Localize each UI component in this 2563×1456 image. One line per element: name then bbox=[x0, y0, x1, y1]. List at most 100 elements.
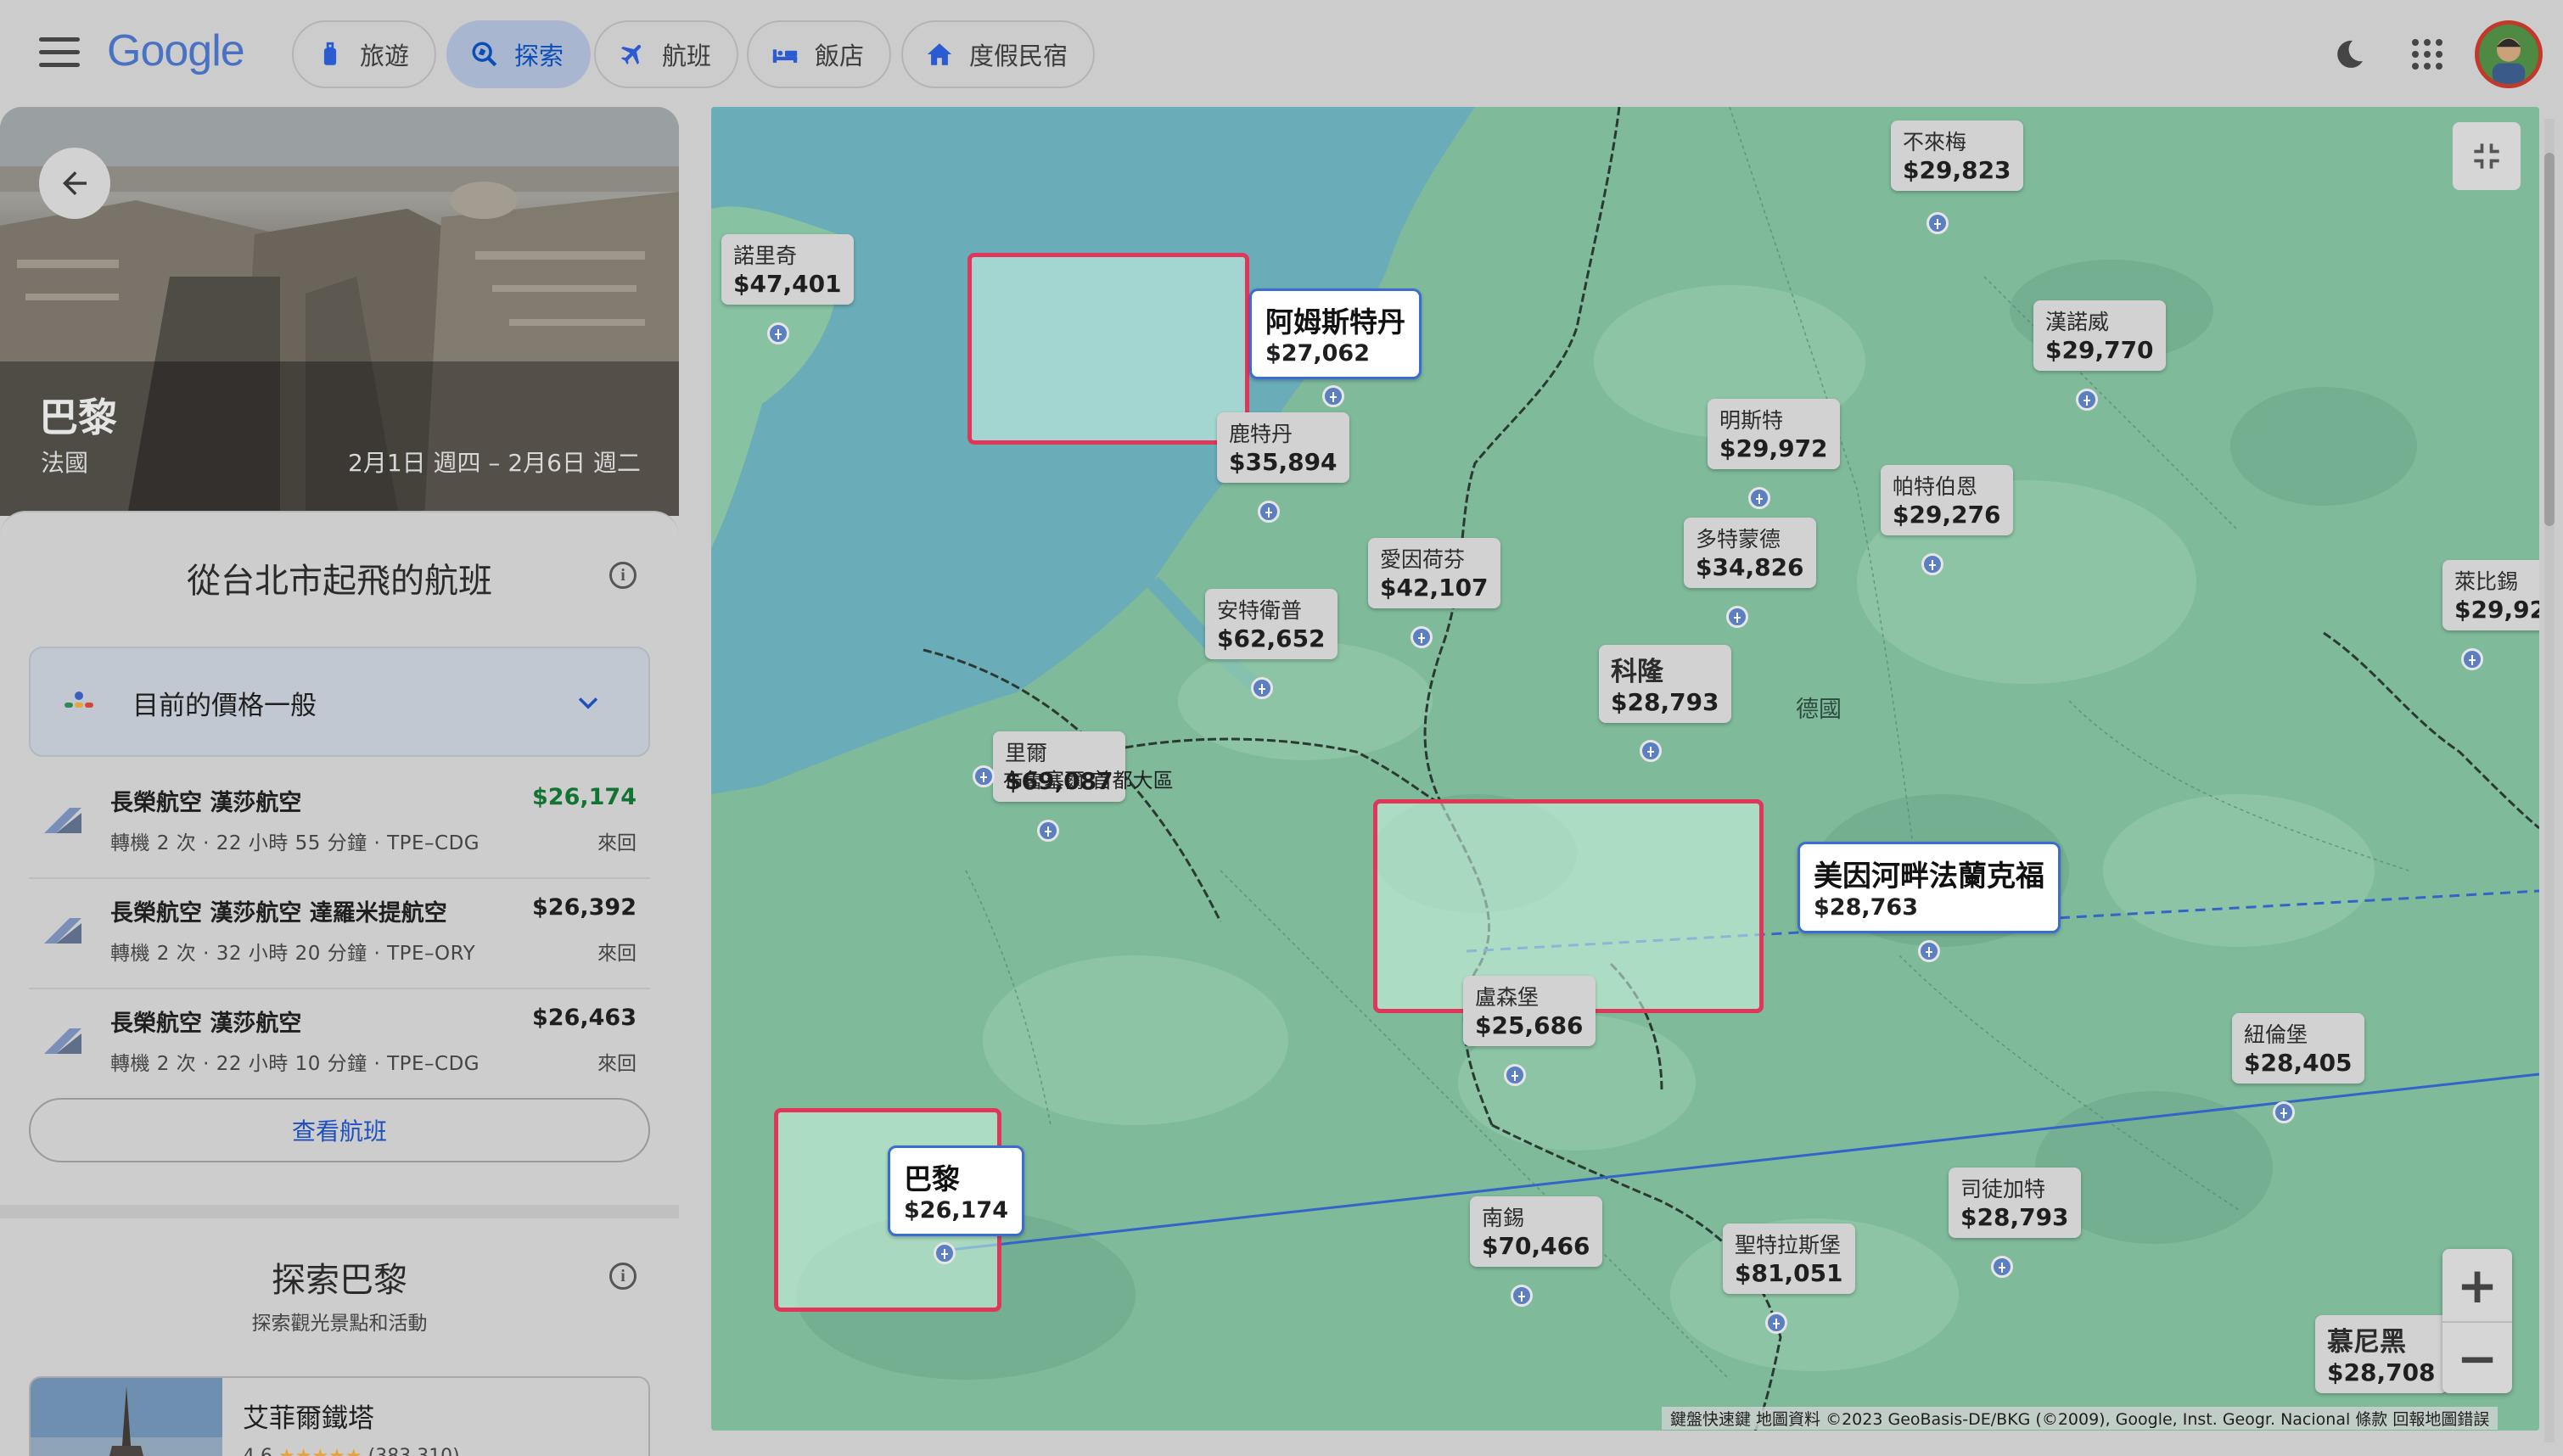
map-marker[interactable]: 科隆 $28,793 bbox=[1599, 645, 1731, 762]
main-menu-icon[interactable] bbox=[39, 37, 80, 71]
map-attribution[interactable]: 鍵盤快速鍵 地圖資料 ©2023 GeoBasis-DE/BKG (©2009)… bbox=[1662, 1407, 2499, 1430]
zoom-out-button[interactable]: − bbox=[2442, 1321, 2512, 1393]
attraction-title: 艾菲爾鐵塔 bbox=[243, 1403, 374, 1434]
tab-explore[interactable]: 探索 bbox=[446, 20, 592, 88]
country-label: 德國 bbox=[1796, 691, 1842, 724]
price-status-text: 目前的價格一般 bbox=[132, 691, 317, 721]
map-marker[interactable]: 明斯特 $29,972 bbox=[1708, 399, 1840, 509]
map-marker[interactable]: 諾里奇 $47,401 bbox=[721, 234, 854, 344]
flights-section-title: 從台北市起飛的航班 bbox=[187, 562, 492, 601]
map-marker[interactable]: 多特蒙德 $34,826 bbox=[1684, 518, 1816, 628]
top-bar: Google 旅遊 探索 航班 飯店 度假民宿 bbox=[0, 0, 2563, 107]
marker-name: 明斯特 bbox=[1719, 408, 1784, 433]
destination-panel: 巴黎 法國 2月1日 週四 – 2月6日 週二 從台北市起飛的航班 i 目前的價… bbox=[0, 107, 679, 1456]
marker-price: $27,062 bbox=[1265, 340, 1370, 367]
house-icon bbox=[927, 43, 952, 65]
map-marker[interactable]: 阿姆斯特丹 $27,062 bbox=[1249, 288, 1422, 407]
tab-hotels-label: 飯店 bbox=[815, 42, 865, 70]
view-flights-button[interactable]: 查看航班 bbox=[29, 1098, 650, 1162]
back-button[interactable] bbox=[39, 148, 110, 219]
info-icon[interactable]: i bbox=[609, 562, 637, 589]
map-marker[interactable]: 愛因荷芬 $42,107 bbox=[1368, 538, 1500, 648]
marker-price: $34,826 bbox=[1696, 553, 1804, 581]
marker-price: $28,405 bbox=[2244, 1049, 2353, 1077]
map-marker[interactable]: 萊比錫$29,928 bbox=[2442, 560, 2539, 670]
map-marker[interactable]: 司徒加特 $28,793 bbox=[1949, 1168, 2081, 1278]
scrollbar-thumb[interactable] bbox=[2544, 153, 2555, 526]
flight-option[interactable]: 長榮航空 漢莎航空 轉機 2 次 · 22 小時 10 分鐘 · TPE–CDG… bbox=[29, 991, 650, 1100]
destination-country: 法國 bbox=[41, 449, 89, 477]
attraction-rating: 4.6 ★★★★★ (383,310) bbox=[243, 1446, 460, 1456]
marker-name: 阿姆斯特丹 bbox=[1265, 305, 1405, 339]
airline-logo-icon bbox=[44, 808, 81, 833]
highlight-amsterdam bbox=[967, 253, 1249, 445]
marker-price: $26,174 bbox=[904, 1197, 1008, 1224]
dark-mode-icon[interactable] bbox=[2329, 34, 2370, 75]
marker-name: 里爾 bbox=[1005, 741, 1048, 765]
map-marker[interactable]: 聖特拉斯堡 $81,051 bbox=[1723, 1224, 1855, 1334]
tab-flights-label: 航班 bbox=[662, 42, 712, 70]
tab-travel[interactable]: 旅遊 bbox=[292, 20, 437, 88]
flight-airlines: 長榮航空 漢莎航空 bbox=[110, 790, 302, 816]
marker-price: $62,652 bbox=[1217, 624, 1326, 652]
airport-pin-icon bbox=[1748, 487, 1770, 509]
tab-vacation-rentals-label: 度假民宿 bbox=[969, 42, 1068, 70]
logo-text: Google bbox=[107, 26, 245, 76]
flight-option[interactable]: 長榮航空 漢莎航空 轉機 2 次 · 22 小時 55 分鐘 · TPE–CDG… bbox=[29, 770, 650, 879]
airport-pin-icon bbox=[1918, 940, 1940, 962]
account-avatar[interactable] bbox=[2475, 20, 2543, 88]
marker-price: $70,466 bbox=[1482, 1232, 1590, 1260]
flight-price: $26,174 bbox=[532, 784, 637, 810]
map-marker[interactable]: 鹿特丹 $35,894 bbox=[1217, 412, 1349, 523]
destination-hero-image: 巴黎 法國 2月1日 週四 – 2月6日 週二 bbox=[0, 107, 679, 516]
map-marker[interactable]: 漢諾威 $29,770 bbox=[2033, 300, 2166, 411]
exit-fullscreen-button[interactable] bbox=[2453, 122, 2521, 190]
explore-map[interactable]: 不來梅 $29,823 諾里奇 $47,401 阿姆斯特丹 $27,062 漢諾威 $2… bbox=[711, 107, 2539, 1431]
marker-name: 南錫 bbox=[1482, 1206, 1525, 1230]
airport-pin-icon bbox=[1251, 677, 1273, 699]
destination-city: 巴黎 bbox=[39, 395, 117, 440]
hotel-bed-icon bbox=[772, 49, 798, 63]
marker-name: 紐倫堡 bbox=[2244, 1022, 2308, 1047]
map-marker[interactable]: 帕特伯恩 $29,276 bbox=[1881, 465, 2013, 575]
google-logo[interactable]: Google bbox=[107, 25, 245, 76]
marker-name: 愛因荷芬 bbox=[1380, 547, 1466, 572]
tab-vacation-rentals[interactable]: 度假民宿 bbox=[901, 20, 1096, 88]
trip-dates[interactable]: 2月1日 週四 – 2月6日 週二 bbox=[348, 445, 641, 479]
marker-price: $47,401 bbox=[733, 270, 842, 298]
marker-name: 巴黎 bbox=[904, 1162, 960, 1196]
map-marker[interactable]: 不來梅 $29,823 bbox=[1891, 120, 2023, 234]
flight-option[interactable]: 長榮航空 漢莎航空 達羅米提航空 轉機 2 次 · 32 小時 20 分鐘 · … bbox=[29, 881, 650, 989]
tab-flights[interactable]: 航班 bbox=[594, 20, 739, 88]
marker-price: $35,894 bbox=[1229, 448, 1338, 476]
map-marker[interactable]: 美因河畔法蘭克福 $28,763 bbox=[1797, 842, 2061, 962]
airport-pin-icon bbox=[2273, 1101, 2295, 1123]
airport-pin-icon bbox=[2461, 648, 2483, 670]
attraction-card[interactable]: 艾菲爾鐵塔 4.6 ★★★★★ (383,310) bbox=[29, 1376, 650, 1456]
marker-name: 盧森堡 bbox=[1475, 985, 1539, 1010]
price-insight-dropdown[interactable]: 目前的價格一般 bbox=[29, 647, 650, 757]
airport-pin-icon bbox=[1258, 501, 1280, 523]
rating-stars: ★★★★★ bbox=[278, 1446, 362, 1456]
marker-name: 諾里奇 bbox=[733, 244, 798, 268]
map-marker[interactable]: 巴黎 $26,174 bbox=[888, 1145, 1024, 1264]
marker-price: $28,793 bbox=[1960, 1203, 2069, 1231]
flight-trip-type: 來回 bbox=[597, 1053, 637, 1075]
airport-pin-icon bbox=[1921, 553, 1943, 575]
airport-pin-icon bbox=[1410, 626, 1433, 648]
scrollbar[interactable] bbox=[2544, 119, 2555, 1442]
zoom-in-button[interactable]: + bbox=[2442, 1249, 2512, 1321]
tab-hotels[interactable]: 飯店 bbox=[747, 20, 892, 88]
eiffel-tower-image bbox=[31, 1378, 222, 1456]
map-marker[interactable]: 紐倫堡 $28,405 bbox=[2232, 1013, 2364, 1123]
country-label-text: 德國 bbox=[1796, 697, 1842, 723]
apps-grid-icon[interactable] bbox=[2407, 34, 2448, 75]
map-marker[interactable]: 盧森堡 $25,686 bbox=[1463, 976, 1596, 1086]
explore-section-subtitle: 探索觀光景點和活動 bbox=[251, 1313, 428, 1335]
info-icon[interactable]: i bbox=[609, 1263, 637, 1290]
map-marker[interactable]: 慕尼黑 $28,708 bbox=[2315, 1315, 2448, 1393]
airplane-icon bbox=[620, 44, 642, 65]
map-marker[interactable]: 安特衛普 $62,652 bbox=[1205, 589, 1338, 699]
map-marker[interactable]: 南錫 $70,466 bbox=[1470, 1196, 1602, 1307]
tab-travel-label: 旅遊 bbox=[360, 42, 410, 70]
